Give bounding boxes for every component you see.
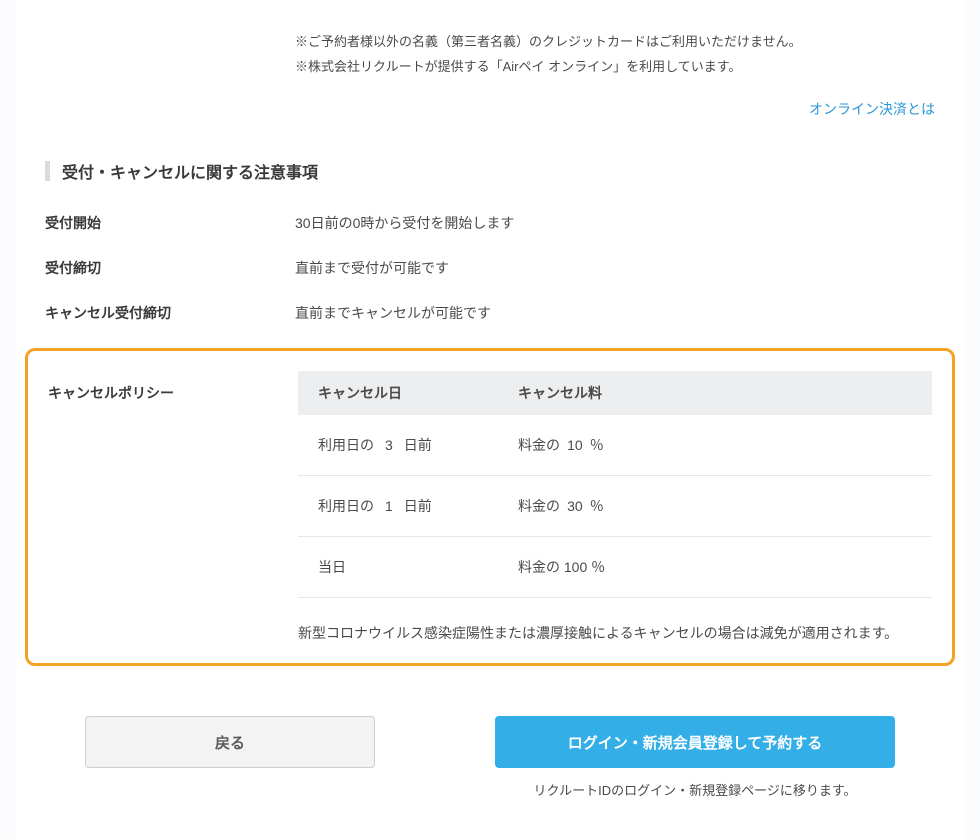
section-title-cancel: 受付・キャンセルに関する注意事項 — [45, 159, 935, 183]
th-cancel-fee: キャンセル料 — [498, 371, 932, 415]
cell-day-suffix: 日前 — [404, 498, 432, 514]
cell-day-prefix: 当日 — [318, 559, 346, 575]
cell-day-prefix: 利用日の — [318, 437, 374, 453]
cell-fee-prefix: 料金の — [518, 437, 560, 453]
cancel-policy-note: 新型コロナウイルス感染症陽性または濃厚接触によるキャンセルの場合は減免が適用され… — [298, 623, 932, 643]
online-payment-link-wrap: オンライン決済とは — [45, 99, 935, 119]
cell-day-suffix: 日前 — [404, 437, 432, 453]
table-row: 利用日の 1 日前 料金の 30 ％ — [298, 476, 932, 537]
primary-button-wrap: ログイン・新規会員登録して予約する リクルートIDのログイン・新規登録ページに移… — [495, 716, 895, 799]
recruit-id-note: リクルートIDのログイン・新規登録ページに移ります。 — [495, 780, 895, 799]
cell-fee-prefix: 料金の — [518, 498, 560, 514]
cell-fee-prefix: 料金の — [518, 559, 560, 575]
table-row: 利用日の 3 日前 料金の 10 ％ — [298, 415, 932, 476]
payment-notes: ※ご予約者様以外の名義（第三者名義）のクレジットカードはご利用いただけません。 … — [295, 0, 935, 79]
login-reserve-button[interactable]: ログイン・新規会員登録して予約する — [495, 716, 895, 768]
cancel-policy-area: キャンセル日 キャンセル料 利用日の 3 日前 料金の — [298, 371, 932, 643]
button-row: 戻る ログイン・新規会員登録して予約する リクルートIDのログイン・新規登録ペー… — [45, 716, 935, 799]
cell-day-prefix: 利用日の — [318, 498, 374, 514]
value-deadline: 直前まで受付が可能です — [295, 258, 449, 278]
table-row: 当日 料金の 100 ％ — [298, 537, 932, 598]
cell-fee-suffix: ％ — [590, 437, 604, 453]
field-row-deadline: 受付締切 直前まで受付が可能です — [45, 258, 935, 278]
cell-fee-suffix: ％ — [591, 559, 605, 575]
cell-fee-num: 100 — [564, 559, 587, 575]
note-line-2: ※株式会社リクルートが提供する「Airペイ オンライン」を利用しています。 — [295, 55, 935, 80]
field-row-cancel-deadline: キャンセル受付締切 直前までキャンセルが可能です — [45, 303, 935, 323]
cancel-policy-highlight: キャンセルポリシー キャンセル日 キャンセル料 利用日の 3 — [25, 348, 955, 666]
label-cancel-policy: キャンセルポリシー — [48, 371, 298, 643]
cancel-policy-table: キャンセル日 キャンセル料 利用日の 3 日前 料金の — [298, 371, 932, 598]
label-deadline: 受付締切 — [45, 258, 295, 278]
value-cancel-deadline: 直前までキャンセルが可能です — [295, 303, 491, 323]
label-cancel-deadline: キャンセル受付締切 — [45, 303, 295, 323]
cell-fee-num: 30 — [564, 498, 586, 514]
cell-day-num: 3 — [378, 437, 400, 453]
cell-fee-num: 10 — [564, 437, 586, 453]
online-payment-link[interactable]: オンライン決済とは — [809, 101, 935, 117]
cell-fee-suffix: ％ — [590, 498, 604, 514]
th-cancel-day: キャンセル日 — [298, 371, 498, 415]
field-row-start: 受付開始 30日前の0時から受付を開始します — [45, 213, 935, 233]
label-start: 受付開始 — [45, 213, 295, 233]
field-rows: 受付開始 30日前の0時から受付を開始します 受付締切 直前まで受付が可能です … — [45, 213, 935, 323]
cell-day-num: 1 — [378, 498, 400, 514]
value-start: 30日前の0時から受付を開始します — [295, 213, 514, 233]
back-button[interactable]: 戻る — [85, 716, 375, 768]
note-line-1: ※ご予約者様以外の名義（第三者名義）のクレジットカードはご利用いただけません。 — [295, 30, 935, 55]
content-container: ※ご予約者様以外の名義（第三者名義）のクレジットカードはご利用いただけません。 … — [15, 0, 965, 839]
